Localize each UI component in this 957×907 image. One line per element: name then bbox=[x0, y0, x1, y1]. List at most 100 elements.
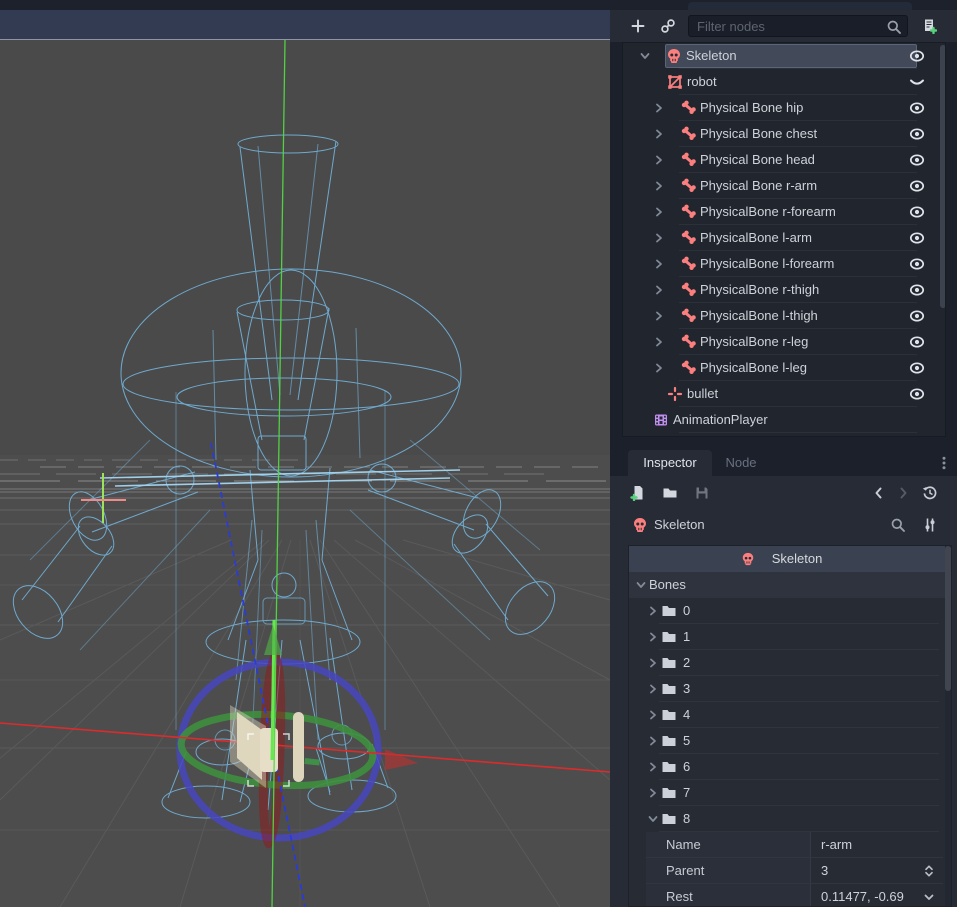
visibility-eye-icon[interactable] bbox=[909, 126, 925, 142]
instance-scene-button[interactable] bbox=[660, 18, 676, 34]
tree-row[interactable]: PhysicalBone l-forearm bbox=[623, 251, 945, 277]
bone-row-8[interactable]: 8 bbox=[629, 806, 951, 832]
expand-arrow-icon[interactable] bbox=[645, 707, 661, 723]
expand-arrow-icon[interactable] bbox=[645, 603, 661, 619]
tree-row[interactable]: Physical Bone head bbox=[623, 147, 945, 173]
tree-node-label: robot bbox=[687, 74, 717, 89]
expand-arrow-icon[interactable] bbox=[651, 230, 667, 246]
expand-arrow-icon[interactable] bbox=[645, 629, 661, 645]
tree-node-label: AnimationPlayer bbox=[673, 412, 768, 427]
bone-index-label: 6 bbox=[683, 759, 690, 774]
visibility-eye-icon[interactable] bbox=[909, 230, 925, 246]
bone-row-2[interactable]: 2 bbox=[629, 650, 951, 676]
expand-arrow-icon[interactable] bbox=[651, 126, 667, 142]
bone-row-4[interactable]: 4 bbox=[629, 702, 951, 728]
expand-arrow-icon[interactable] bbox=[651, 178, 667, 194]
skeleton-skull-icon bbox=[666, 48, 682, 64]
expand-arrow-icon[interactable] bbox=[645, 759, 661, 775]
expand-arrow-icon[interactable] bbox=[651, 334, 667, 350]
expand-arrow-icon[interactable] bbox=[651, 152, 667, 168]
visibility-eye-icon[interactable] bbox=[909, 334, 925, 350]
3d-viewport[interactable] bbox=[0, 40, 610, 907]
tab-node[interactable]: Node bbox=[712, 450, 770, 476]
visibility-eye-icon[interactable] bbox=[909, 282, 925, 298]
visibility-eye-icon[interactable] bbox=[909, 386, 925, 402]
visibility-eye-icon[interactable] bbox=[909, 48, 925, 64]
tab-inspector[interactable]: Inspector bbox=[628, 450, 712, 476]
visibility-eye-icon[interactable] bbox=[909, 256, 925, 272]
tree-row[interactable]: PhysicalBone r-leg bbox=[623, 329, 945, 355]
tree-row[interactable]: Physical Bone r-arm bbox=[623, 173, 945, 199]
tree-row[interactable]: AnimationPlayer bbox=[623, 407, 945, 433]
bone-row-0[interactable]: 0 bbox=[629, 598, 951, 624]
animation-icon bbox=[653, 412, 669, 428]
expand-arrow-icon[interactable] bbox=[651, 204, 667, 220]
category-label: Bones bbox=[649, 577, 686, 592]
visibility-eye-icon[interactable] bbox=[909, 152, 925, 168]
visibility-eye-icon[interactable] bbox=[909, 204, 925, 220]
expand-arrow-icon[interactable] bbox=[645, 785, 661, 801]
expand-arrow-icon[interactable] bbox=[645, 681, 661, 697]
inspector-toolbar bbox=[610, 476, 957, 510]
filter-nodes-input[interactable] bbox=[689, 16, 907, 36]
tree-row[interactable]: Physical Bone hip bbox=[623, 95, 945, 121]
tree-row[interactable]: Physical Bone chest bbox=[623, 121, 945, 147]
expand-arrow-icon[interactable] bbox=[651, 100, 667, 116]
visibility-eye-icon[interactable] bbox=[909, 308, 925, 324]
collapse-arrow-icon[interactable] bbox=[637, 48, 653, 64]
tree-node-label: Physical Bone hip bbox=[700, 100, 803, 115]
tree-row[interactable]: PhysicalBone r-forearm bbox=[623, 199, 945, 225]
bone-icon bbox=[680, 152, 696, 168]
scene-dock-toolbar bbox=[610, 10, 957, 42]
tree-row[interactable]: Skeleton bbox=[623, 43, 945, 69]
bone-row-6[interactable]: 6 bbox=[629, 754, 951, 780]
visibility-eye-icon[interactable] bbox=[909, 100, 925, 116]
tree-row[interactable]: robot bbox=[623, 69, 945, 95]
bone-row-1[interactable]: 1 bbox=[629, 624, 951, 650]
visibility-eye-closed-icon[interactable] bbox=[909, 74, 925, 90]
tree-node-label: PhysicalBone r-forearm bbox=[700, 204, 836, 219]
expand-arrow-icon[interactable] bbox=[651, 256, 667, 272]
bone-row-5[interactable]: 5 bbox=[629, 728, 951, 754]
category-bones[interactable]: Bones bbox=[629, 572, 951, 598]
visibility-eye-icon[interactable] bbox=[909, 360, 925, 376]
dock-menu-icon[interactable] bbox=[936, 455, 952, 471]
visibility-eye-icon[interactable] bbox=[909, 178, 925, 194]
bone-row-3[interactable]: 3 bbox=[629, 676, 951, 702]
inspected-object-name: Skeleton bbox=[654, 517, 705, 532]
scene-tree-scrollbar[interactable] bbox=[940, 45, 946, 308]
tree-row[interactable]: PhysicalBone l-thigh bbox=[623, 303, 945, 329]
property-value-name[interactable]: r-arm bbox=[810, 832, 945, 858]
expand-arrow-icon[interactable] bbox=[651, 282, 667, 298]
object-header-label: Skeleton bbox=[772, 551, 823, 566]
attach-script-button[interactable] bbox=[921, 18, 937, 34]
collapse-arrow-icon[interactable] bbox=[645, 811, 661, 827]
tree-node-label: bullet bbox=[687, 386, 718, 401]
bone-icon bbox=[680, 334, 696, 350]
new-resource-button[interactable] bbox=[630, 485, 646, 501]
tree-row[interactable]: PhysicalBone l-arm bbox=[623, 225, 945, 251]
load-resource-button[interactable] bbox=[662, 485, 678, 501]
inspector-search-button[interactable] bbox=[890, 517, 906, 533]
save-resource-button[interactable] bbox=[694, 485, 710, 501]
history-back-button[interactable] bbox=[871, 485, 887, 501]
expand-arrow-icon[interactable] bbox=[651, 308, 667, 324]
expand-arrow-icon[interactable] bbox=[651, 360, 667, 376]
dropdown-caret-icon[interactable] bbox=[921, 889, 937, 905]
spinbox-stepper-icon[interactable] bbox=[921, 863, 937, 879]
bone-index-label: 3 bbox=[683, 681, 690, 696]
expand-arrow-icon[interactable] bbox=[645, 655, 661, 671]
inspector-scrollbar-thumb[interactable] bbox=[945, 546, 951, 691]
tree-row[interactable]: PhysicalBone r-thigh bbox=[623, 277, 945, 303]
property-value-parent[interactable]: 3 bbox=[810, 858, 945, 884]
bone-row-7[interactable]: 7 bbox=[629, 780, 951, 806]
history-forward-button[interactable] bbox=[895, 485, 911, 501]
add-node-button[interactable] bbox=[630, 18, 646, 34]
expand-arrow-icon[interactable] bbox=[645, 733, 661, 749]
property-value-rest[interactable]: 0.11477, -0.69 bbox=[810, 884, 945, 907]
inspector-tools-button[interactable] bbox=[922, 517, 938, 533]
bone-icon bbox=[680, 282, 696, 298]
tree-row[interactable]: PhysicalBone l-leg bbox=[623, 355, 945, 381]
object-history-button[interactable] bbox=[922, 485, 938, 501]
tree-row[interactable]: bullet bbox=[623, 381, 945, 407]
